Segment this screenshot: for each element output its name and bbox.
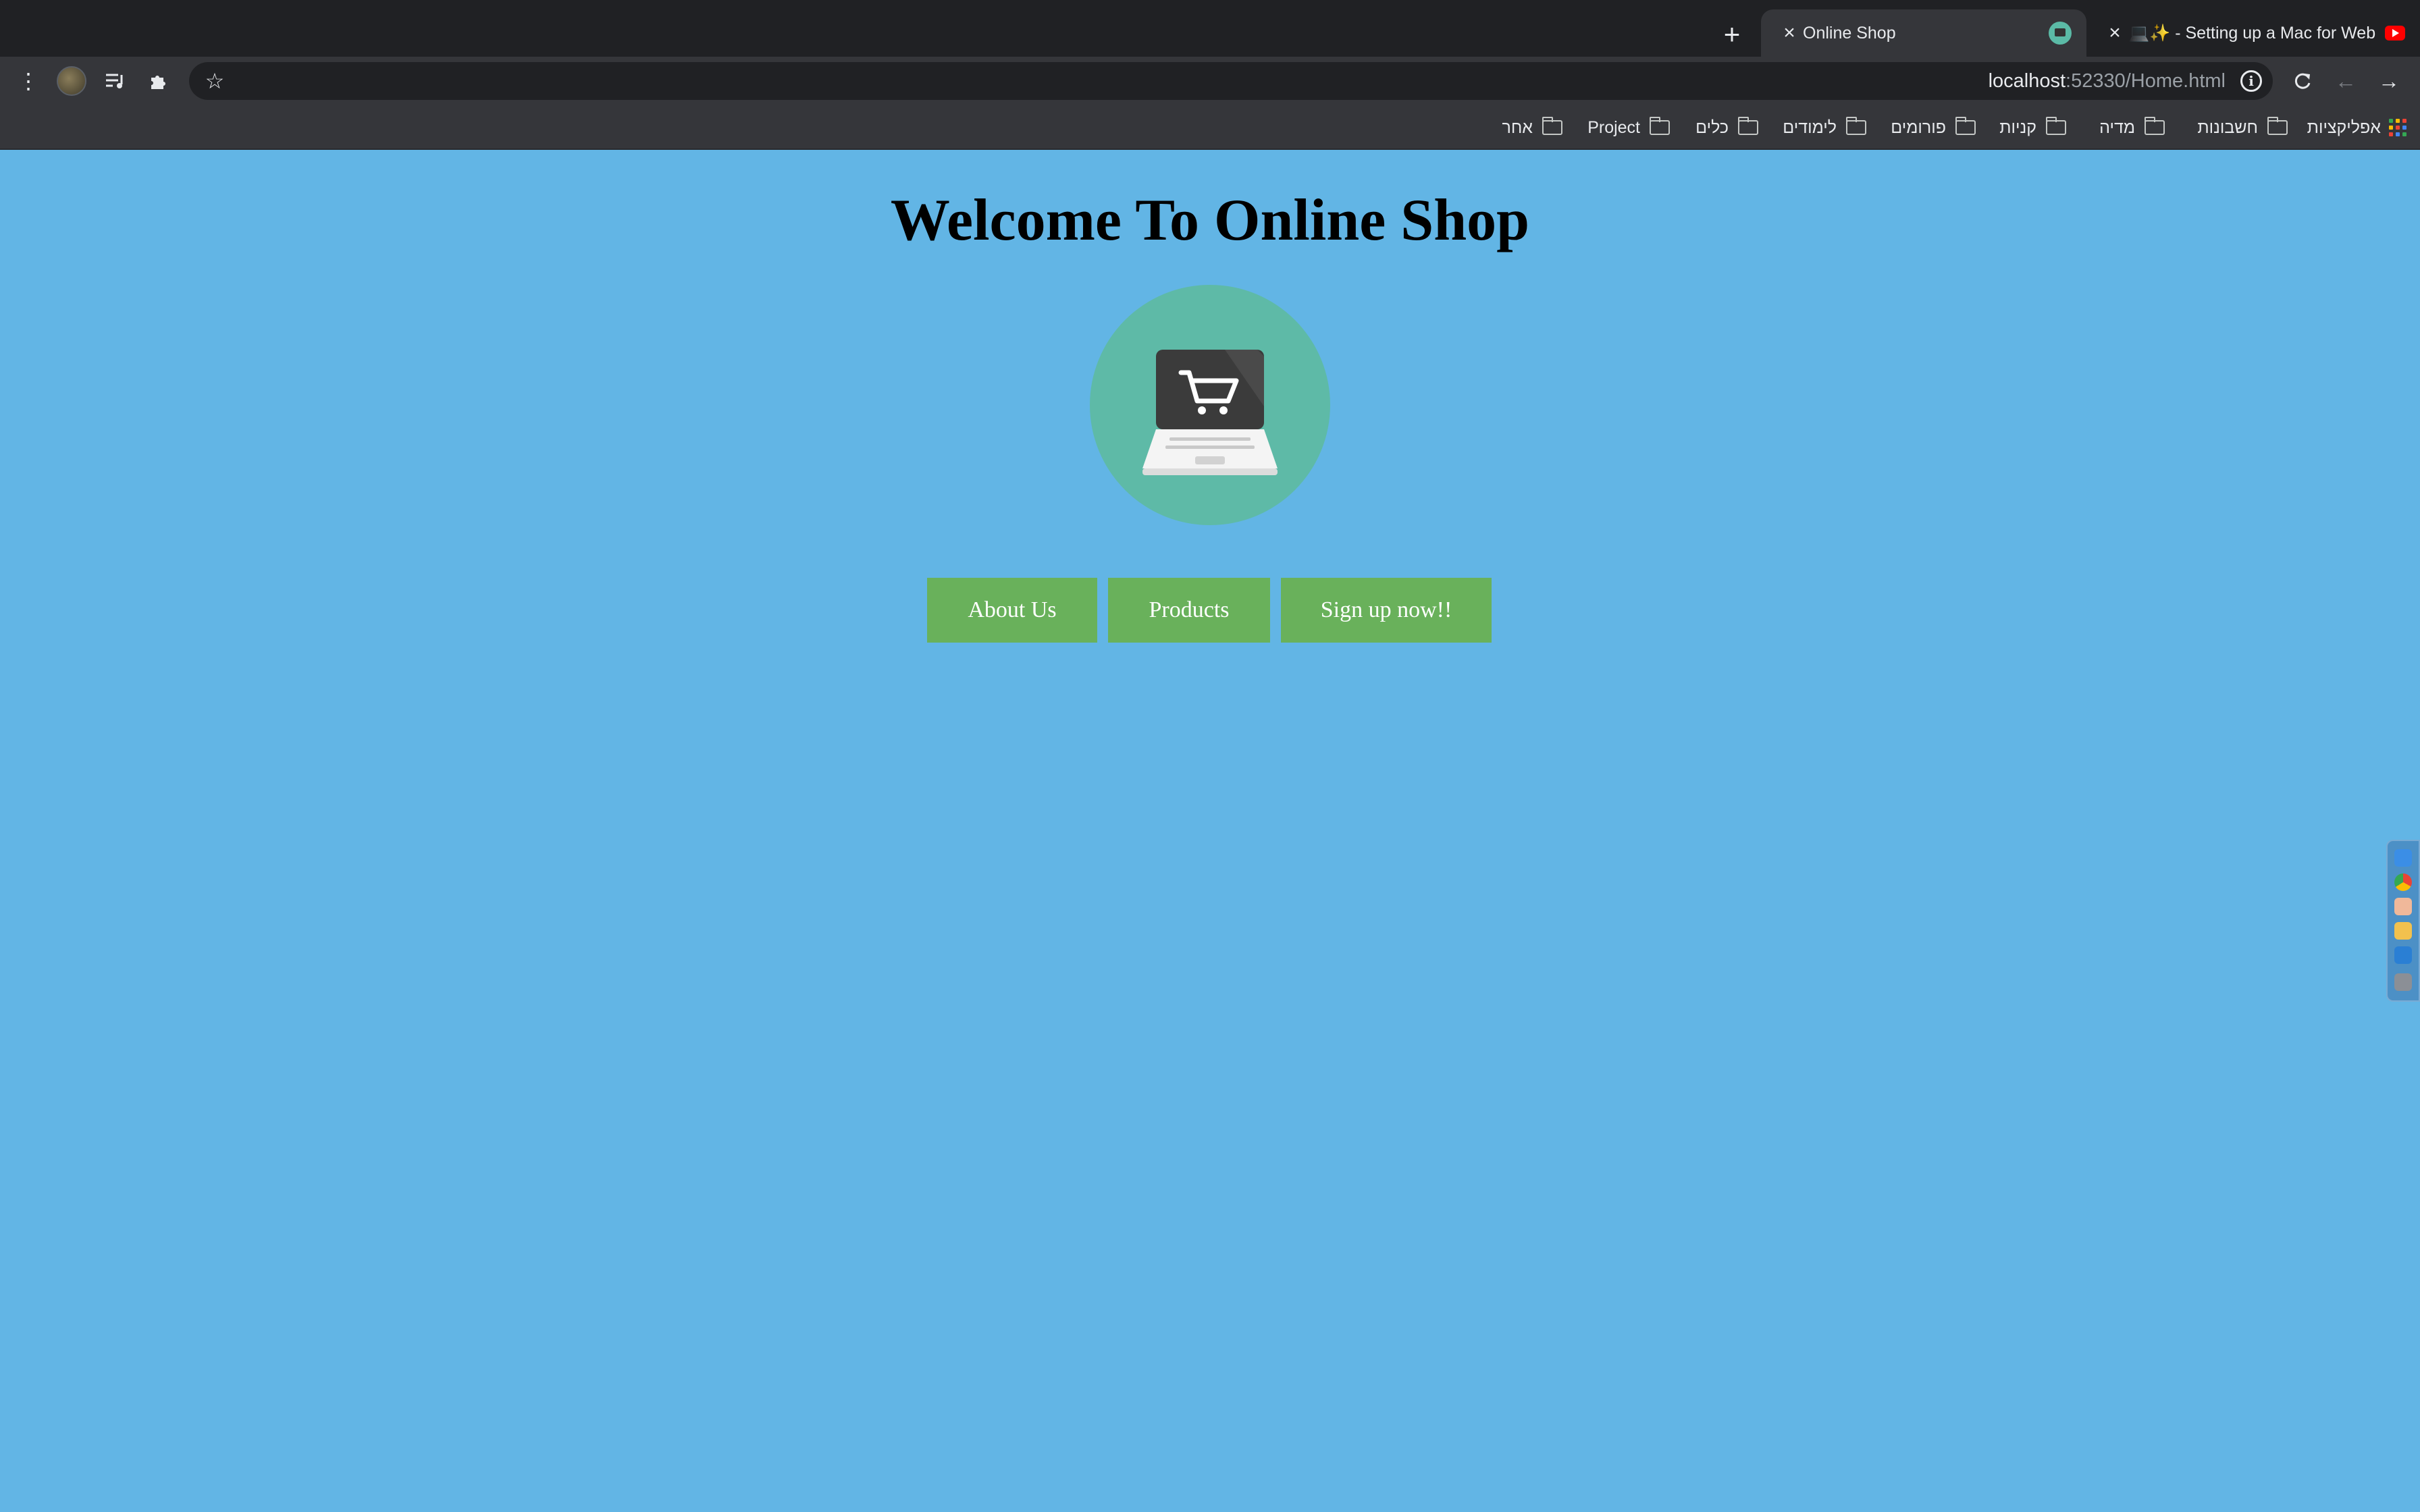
tab-label: Online Shop xyxy=(1803,23,1896,43)
bookmark-apps[interactable]: אפליקציות xyxy=(2307,105,2406,150)
bookmark-folder-tools[interactable]: כלים xyxy=(1695,105,1758,150)
url-text[interactable]: localhost:52330/Home.html xyxy=(1989,62,2226,100)
folder-icon xyxy=(2267,117,2288,135)
url-path: :52330/Home.html xyxy=(2066,70,2226,92)
bookmark-folder-shopping[interactable]: קניות xyxy=(1999,105,2066,150)
site-info-icon[interactable]: i xyxy=(2240,70,2262,92)
menu-icon[interactable]: ⋮ xyxy=(11,63,46,99)
bookmark-label: לימודים xyxy=(1783,117,1837,137)
tab-setting-up-mac[interactable]: × 💻✨ - Setting up a Mac for Web Developm… xyxy=(2086,9,2420,57)
youtube-favicon-icon xyxy=(2385,26,2405,40)
close-icon[interactable]: × xyxy=(1776,20,1803,47)
products-button[interactable]: Products xyxy=(1108,578,1270,643)
bookmark-folder-project[interactable]: Project xyxy=(1587,105,1670,150)
finder-icon[interactable] xyxy=(2394,849,2412,867)
folder-icon xyxy=(2046,117,2066,135)
bookmark-label: פורומים xyxy=(1891,117,1946,137)
folder-app-icon[interactable] xyxy=(2394,922,2412,940)
forward-arrow-icon[interactable]: → xyxy=(2371,63,2406,99)
close-icon[interactable]: × xyxy=(2101,20,2128,47)
nav-buttons: About Us Products Sign up now!! xyxy=(927,578,1492,643)
tab-label: 💻✨ - Setting up a Mac for Web Developmen… xyxy=(2128,23,2375,43)
side-dock xyxy=(2386,840,2420,1002)
tab-online-shop[interactable]: × Online Shop xyxy=(1761,9,2086,57)
bookmark-label: אפליקציות xyxy=(2307,117,2381,137)
bookmarks-bar: אפליקציות חשבונות מדיה קניות פורומים לימ… xyxy=(0,105,2420,150)
bookmark-label: חשבונות xyxy=(2197,117,2258,137)
bookmark-label: Project xyxy=(1587,117,1640,137)
bookmark-folder-studies[interactable]: לימודים xyxy=(1783,105,1866,150)
trash-icon[interactable] xyxy=(2394,973,2412,991)
media-queue-icon[interactable] xyxy=(97,63,132,99)
folder-icon xyxy=(1846,117,1866,135)
laptop-shopping-cart-icon xyxy=(1090,285,1330,525)
sign-up-button[interactable]: Sign up now!! xyxy=(1281,578,1492,643)
new-tab-button[interactable]: + xyxy=(1715,18,1749,51)
about-us-button[interactable]: About Us xyxy=(927,578,1097,643)
bookmark-folder-media[interactable]: מדיה xyxy=(2099,105,2165,150)
bookmark-star-icon[interactable]: ☆ xyxy=(199,65,231,97)
apps-grid-icon xyxy=(2389,119,2406,136)
back-arrow-icon[interactable]: ← xyxy=(2328,63,2363,99)
browser-chrome: + × Online Shop × 💻✨ - Setting up a Mac … xyxy=(0,0,2420,150)
address-bar[interactable]: ☆ localhost:52330/Home.html i xyxy=(189,62,2273,100)
page-title: Welcome To Online Shop xyxy=(890,188,1530,253)
preview-icon[interactable] xyxy=(2394,898,2412,915)
avatar[interactable] xyxy=(57,66,86,96)
bookmark-folder-other[interactable]: אחר xyxy=(1502,105,1562,150)
folder-icon xyxy=(1738,117,1758,135)
bookmark-label: כלים xyxy=(1695,117,1729,137)
browser-toolbar: ⋮ ☆ localhost:52330/Home.html i ← → xyxy=(0,57,2420,105)
folder-icon xyxy=(1542,117,1562,135)
shop-favicon-icon xyxy=(2049,22,2072,45)
folder-icon xyxy=(1955,117,1976,135)
bookmark-label: מדיה xyxy=(2099,117,2135,137)
reload-icon[interactable] xyxy=(2285,63,2320,99)
vscode-icon[interactable] xyxy=(2394,946,2412,964)
bookmark-label: קניות xyxy=(1999,117,2036,137)
extensions-puzzle-icon[interactable] xyxy=(140,63,176,99)
bookmark-folder-accounts[interactable]: חשבונות xyxy=(2197,105,2288,150)
chrome-icon[interactable] xyxy=(2394,873,2412,891)
bookmark-label: אחר xyxy=(1502,117,1533,137)
url-host: localhost xyxy=(1988,70,2066,92)
folder-icon xyxy=(1650,117,1670,135)
tab-strip: + × Online Shop × 💻✨ - Setting up a Mac … xyxy=(0,0,2420,57)
bookmark-folder-forums[interactable]: פורומים xyxy=(1891,105,1976,150)
page-content: Welcome To Online Shop About Us Products… xyxy=(0,150,2420,1512)
folder-icon xyxy=(2145,117,2165,135)
